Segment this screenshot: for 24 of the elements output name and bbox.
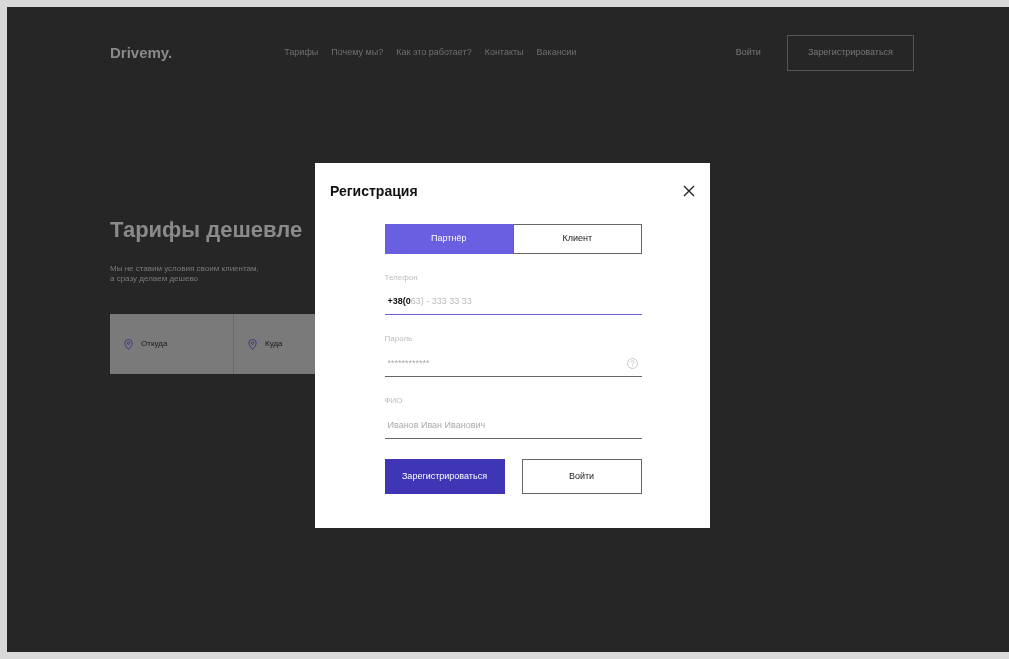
role-tab[interactable]: Партнёр — [384, 223, 513, 254]
login-button[interactable]: Войти — [521, 458, 642, 494]
location-pin-icon — [124, 338, 133, 350]
help-icon — [626, 357, 638, 369]
login-link[interactable]: Войти — [735, 46, 761, 60]
hero-subtitle: Мы не ставим условия своим клиентам, а сразу делаем дешево — [110, 264, 260, 284]
field-label: Пароль — [384, 332, 414, 345]
nav-link[interactable]: Как это работает? — [396, 46, 472, 60]
hero-title: Тарифы дешевле — [110, 217, 303, 244]
route-field[interactable]: Куда — [265, 338, 283, 350]
role-tab[interactable]: Клиент — [513, 223, 642, 254]
field-label: ФИО — [384, 394, 404, 407]
register-button[interactable]: Зарегистрироваться — [384, 458, 505, 494]
field-label: Телефон — [384, 271, 419, 284]
nav-link[interactable]: Почему мы? — [331, 46, 384, 60]
route-field[interactable]: Откуда — [141, 338, 168, 350]
nav-link[interactable]: Контакты — [484, 46, 524, 60]
logo: Drivemy. — [110, 42, 173, 63]
location-pin-icon — [248, 338, 257, 350]
nav-link[interactable]: Тарифы — [284, 46, 319, 60]
nav-link[interactable]: Вакансии — [536, 46, 577, 60]
register-button[interactable]: Зарегистрироваться — [786, 35, 914, 71]
dialog-title: Регистрация — [330, 183, 418, 200]
close-button[interactable] — [682, 184, 696, 199]
